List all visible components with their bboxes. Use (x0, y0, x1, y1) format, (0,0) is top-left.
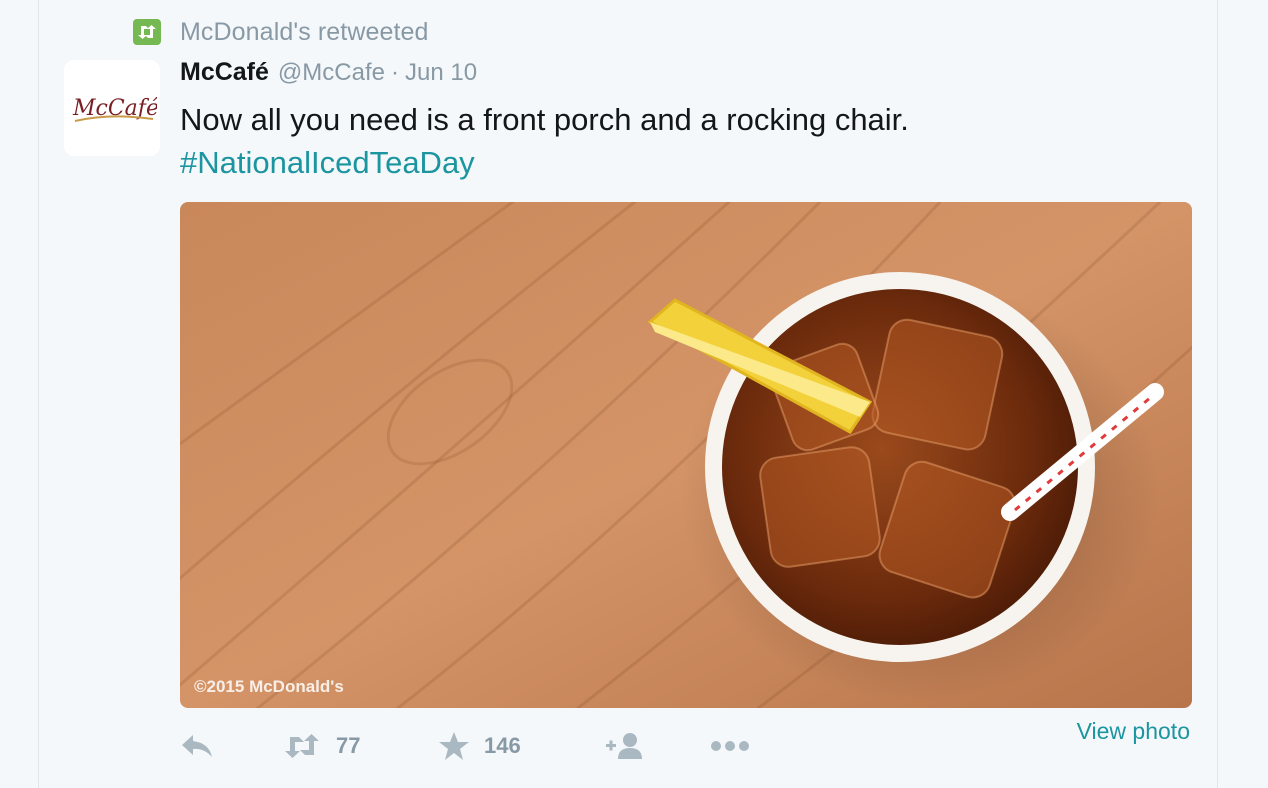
tweet-body: Now all you need is a front porch and a … (180, 102, 909, 137)
follow-icon (606, 733, 642, 759)
tweet-actions: 77 146 (180, 728, 770, 764)
tweet-screen-name[interactable]: @McCafe (278, 59, 385, 87)
favorite-button[interactable]: 146 (438, 731, 604, 761)
retweet-count: 77 (336, 733, 361, 758)
retweet-icon (285, 734, 319, 758)
reply-button[interactable] (180, 733, 282, 759)
retweet-badge-icon (133, 19, 161, 45)
more-button[interactable] (710, 740, 770, 752)
tweet-header: McCafé @McCafe · Jun 10 (180, 58, 477, 92)
retweet-button[interactable]: 77 (282, 733, 438, 759)
retweet-context-text[interactable]: McDonald's retweeted (180, 18, 429, 47)
view-photo-link[interactable]: View photo (1077, 718, 1190, 745)
follow-button[interactable] (604, 732, 710, 760)
avatar[interactable]: McCafé (64, 60, 160, 156)
more-icon (711, 741, 749, 751)
photo-copyright: ©2015 McDonald's (194, 677, 344, 696)
retweet-context: McDonald's retweeted (133, 18, 429, 46)
tweet-timestamp[interactable]: Jun 10 (405, 59, 477, 87)
reply-icon (182, 735, 212, 757)
tweet-text: Now all you need is a front porch and a … (180, 98, 1190, 184)
tweet-fullname[interactable]: McCafé (180, 58, 269, 87)
hashtag-link[interactable]: #NationalIcedTeaDay (180, 141, 1190, 184)
star-icon (439, 732, 469, 760)
tweet-photo[interactable]: ©2015 McDonald's (180, 202, 1192, 708)
header-separator: · (390, 59, 399, 86)
favorite-count: 146 (484, 733, 521, 758)
